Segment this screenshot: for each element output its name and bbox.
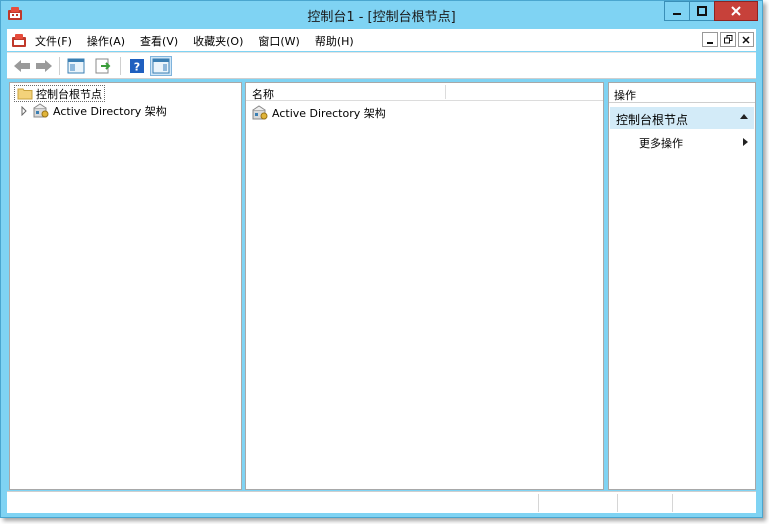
- menu-action[interactable]: 操作(A): [87, 33, 125, 49]
- restore-icon: [723, 35, 732, 44]
- toolbar: ?: [7, 52, 756, 79]
- child-close-button[interactable]: [738, 32, 754, 47]
- minimize-icon: [707, 41, 713, 44]
- show-hide-tree-button[interactable]: [65, 56, 87, 76]
- results-pane[interactable]: 名称 Active Directory 架构: [245, 82, 604, 490]
- actions-section-label: 控制台根节点: [616, 113, 689, 127]
- menu-favorites[interactable]: 收藏夹(O): [193, 33, 243, 49]
- help-button[interactable]: ?: [126, 56, 148, 76]
- ad-schema-icon: [252, 105, 268, 120]
- tree-root-label: 控制台根节点: [36, 87, 102, 101]
- status-cell: [538, 494, 539, 512]
- folder-icon: [17, 88, 33, 100]
- menu-help[interactable]: 帮助(H): [315, 33, 354, 49]
- list-item[interactable]: Active Directory 架构: [251, 105, 386, 121]
- submenu-arrow-icon[interactable]: [743, 138, 748, 146]
- console-tree-pane[interactable]: 控制台根节点 Active Directory 架构: [9, 82, 242, 490]
- window-title: 控制台1 - [控制台根节点]: [307, 10, 456, 25]
- forward-arrow-icon: [36, 60, 52, 72]
- show-hide-tree-icon: [67, 58, 85, 74]
- minimize-button[interactable]: [664, 1, 690, 21]
- child-restore-button[interactable]: [720, 32, 736, 47]
- show-hide-action-pane-icon: [152, 58, 170, 74]
- tree-node-ad-schema[interactable]: Active Directory 架构: [20, 103, 167, 119]
- tree-node-label: Active Directory 架构: [53, 105, 167, 118]
- minimize-icon: [673, 13, 681, 15]
- actions-header: 操作: [609, 83, 755, 103]
- close-icon: [731, 6, 741, 16]
- ad-schema-icon: [33, 103, 49, 118]
- close-button[interactable]: [714, 1, 758, 21]
- menu-view[interactable]: 查看(V): [140, 33, 178, 49]
- child-window-controls: [700, 32, 754, 47]
- tree-root-node[interactable]: 控制台根节点: [14, 85, 105, 102]
- child-minimize-button[interactable]: [702, 32, 718, 47]
- window-controls: [664, 1, 758, 21]
- title-bar[interactable]: 控制台1 - [控制台根节点]: [1, 1, 762, 27]
- toolbar-separator: [59, 57, 60, 75]
- close-icon: [742, 35, 750, 44]
- column-name-header[interactable]: 名称: [252, 86, 274, 102]
- expand-arrow-icon[interactable]: [20, 106, 28, 116]
- back-arrow-icon: [14, 60, 30, 72]
- status-cell: [672, 494, 673, 512]
- actions-pane: 操作 控制台根节点 更多操作: [608, 82, 756, 490]
- system-menu-icon[interactable]: [11, 32, 27, 48]
- export-list-button[interactable]: [93, 56, 115, 76]
- toolbar-separator: [120, 57, 121, 75]
- list-column-header[interactable]: 名称: [246, 83, 603, 101]
- menu-bar: 文件(F) 操作(A) 查看(V) 收藏夹(O) 窗口(W) 帮助(H): [7, 29, 756, 51]
- menu-file[interactable]: 文件(F): [35, 33, 72, 49]
- back-button[interactable]: [11, 56, 33, 76]
- menu-items: 文件(F) 操作(A) 查看(V) 收藏夹(O) 窗口(W) 帮助(H): [35, 33, 369, 49]
- collapse-caret-icon[interactable]: [740, 114, 748, 119]
- maximize-icon: [697, 6, 707, 16]
- status-cell: [617, 494, 618, 512]
- mmc-window: 控制台1 - [控制台根节点] 文件(F) 操作(A) 查看(V) 收藏夹(O)…: [0, 0, 763, 518]
- actions-section-header[interactable]: 控制台根节点: [610, 107, 754, 129]
- menu-window[interactable]: 窗口(W): [258, 33, 299, 49]
- show-hide-action-pane-button[interactable]: [150, 56, 172, 76]
- export-list-icon: [95, 58, 111, 74]
- maximize-button[interactable]: [689, 1, 715, 21]
- svg-text:?: ?: [134, 61, 140, 74]
- status-bar: [7, 491, 756, 513]
- forward-button[interactable]: [33, 56, 55, 76]
- actions-title: 操作: [614, 89, 636, 102]
- column-divider[interactable]: [445, 85, 446, 99]
- more-actions-item[interactable]: 更多操作: [639, 135, 683, 151]
- help-icon: ?: [130, 59, 144, 74]
- list-item-label: Active Directory 架构: [272, 107, 386, 120]
